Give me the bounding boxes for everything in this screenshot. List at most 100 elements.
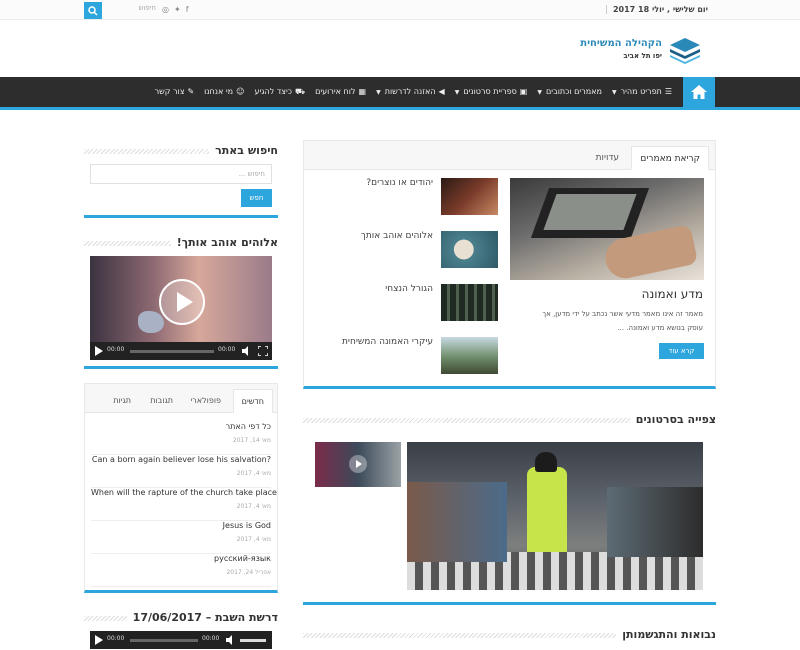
sermon-header: דרשת השבת – 17/06/2017 <box>84 611 278 625</box>
tab-testimonies[interactable]: עדויות <box>588 146 627 170</box>
featured-excerpt-line1: מאמר זה אינו מאמר מדעי אשר נכתב על ידי מ… <box>542 310 703 318</box>
featured-main-title[interactable]: מדע ואמונה <box>642 287 703 301</box>
twitter-icon[interactable]: ✦ <box>174 4 181 16</box>
nav-item-label: מאמרים וכתובים <box>545 87 602 96</box>
search-button[interactable] <box>84 2 102 19</box>
featured-articles-box: קריאת מאמרים עדויות מדע ואמונה מאמר זה א… <box>303 140 716 389</box>
nav-item-2[interactable]: ▣ספריית סרטונים▼ <box>450 77 533 107</box>
nav-menu: ☰תפריט מהיר▼ מאמרים וכתובים▼ ▣ספריית סרטונ… <box>150 77 677 107</box>
nav-item-1[interactable]: מאמרים וכתובים▼ <box>532 77 607 107</box>
nav-item-0[interactable]: ☰תפריט מהיר▼ <box>607 77 677 107</box>
list-title-4[interactable]: עיקרי האמונה המשיחית <box>342 337 433 347</box>
site-search-box: חיפוש ... חפש <box>84 158 278 218</box>
video-time-current: 00:00 <box>107 346 125 353</box>
site-search-input[interactable]: חיפוש ... <box>90 164 272 184</box>
list-title-3[interactable]: הגורל הנצחי <box>385 284 433 294</box>
play-icon[interactable] <box>94 635 103 645</box>
current-date: יום שלישי , יולי 18 2017 <box>605 5 708 14</box>
sidebar-video-box: 00:00 00:00 <box>84 250 278 369</box>
videos-box <box>303 430 716 605</box>
list-thumb-3[interactable] <box>441 284 498 321</box>
read-more-button[interactable]: קרא עוד <box>659 343 704 359</box>
video-main-image[interactable] <box>407 442 703 590</box>
nav-item-3[interactable]: ◀האזנה לדרשות▼ <box>371 77 450 107</box>
nav-item-6[interactable]: ☺מי אנחנו <box>199 77 249 107</box>
nav-item-label: האזנה לדרשות <box>384 87 436 96</box>
nav-item-label: לוח אירועים <box>315 87 356 96</box>
audio-progress-bar[interactable] <box>130 639 198 642</box>
social-links: ◎ ✦ f <box>162 4 189 16</box>
prophecy-section-header: נבואות והתגשמותן <box>303 628 716 642</box>
recent-post-date: מאי 14, 2017 <box>232 437 271 444</box>
nav-item-7[interactable]: ✎צור קשר <box>150 77 200 107</box>
featured-excerpt-line2: עוסק בנושא מדע ואמונה. ... <box>617 324 703 332</box>
recent-post-title[interactable]: When will the rapture of the church take… <box>91 488 277 497</box>
nav-item-label: כיצד להגיע <box>254 87 292 96</box>
featured-image[interactable] <box>510 178 704 280</box>
sermon-audio-player: 00:00 00:00 <box>90 631 272 649</box>
site-search-title: חיפוש באתר <box>209 144 278 157</box>
nav-icon: ☰ <box>664 87 672 96</box>
facebook-icon[interactable]: f <box>186 4 189 16</box>
play-icon <box>349 455 367 473</box>
recent-post-date: מאי 4, 2017 <box>236 503 271 510</box>
recent-post-title[interactable]: Jesus is God <box>91 521 271 530</box>
list-thumb-2[interactable] <box>441 231 498 268</box>
play-icon[interactable] <box>94 346 103 356</box>
nav-icon: ▣ <box>519 87 528 96</box>
recent-post-title[interactable]: Can a born again believer lose his salva… <box>91 455 271 464</box>
home-icon <box>691 85 707 99</box>
sidebar-tabs: חדשים פופולארי תגובות תגיות <box>85 384 277 413</box>
list-title-2[interactable]: אלוהים אוהב אותך <box>361 231 433 241</box>
top-bar: יום שלישי , יולי 18 2017 חיפוש ◎ ✦ f <box>0 0 800 20</box>
recent-post-item[interactable]: русский-язык אפריל 24, 2017 <box>91 554 271 587</box>
list-title-1[interactable]: יהודים או נוצרים? <box>366 178 433 188</box>
recent-post-title[interactable]: русский-язык <box>91 554 271 563</box>
search-icon <box>88 5 98 16</box>
nav-icon: ✎ <box>187 87 195 96</box>
recent-post-item[interactable]: כל דפי האתר מאי 14, 2017 <box>91 422 271 455</box>
tab-comments[interactable]: תגובות <box>142 389 181 413</box>
tab-tags[interactable]: תגיות <box>105 389 139 413</box>
volume-icon[interactable] <box>242 346 252 356</box>
recent-post-item[interactable]: When will the rapture of the church take… <box>91 488 277 521</box>
chevron-down-icon: ▼ <box>611 89 617 96</box>
tab-new[interactable]: חדשים <box>232 389 273 413</box>
god-loves-you-title: אלוהים אוהב אותך! <box>170 236 278 249</box>
video-time-total: 00:00 <box>218 346 236 353</box>
nav-icon: ▦ <box>358 87 367 96</box>
tab-read-articles[interactable]: קריאת מאמרים <box>631 146 709 170</box>
top-search-input[interactable]: חיפוש <box>106 4 156 16</box>
videos-section-header: צפייה בסרטונים <box>303 413 716 427</box>
instagram-icon[interactable]: ◎ <box>162 4 169 16</box>
god-loves-you-header: אלוהים אוהב אותך! <box>84 236 278 250</box>
video-thumb-small[interactable] <box>315 442 401 487</box>
audio-time-current: 00:00 <box>107 635 125 642</box>
recent-post-item[interactable]: Can a born again believer lose his salva… <box>91 455 271 488</box>
chevron-down-icon: ▼ <box>537 89 542 96</box>
site-search-header: חיפוש באתר <box>84 144 278 158</box>
prophecy-section-title: נבואות והתגשמותן <box>616 628 716 641</box>
nav-item-label: תפריט מהיר <box>620 87 662 96</box>
recent-post-title[interactable]: כל דפי האתר <box>91 422 271 431</box>
video-progress-bar[interactable] <box>130 350 214 353</box>
site-logo[interactable]: הקהילה המשיחית יפו תל אביב <box>580 36 710 66</box>
nav-item-label: צור קשר <box>154 87 185 96</box>
nav-item-label: מי אנחנו <box>204 87 234 96</box>
chevron-down-icon: ▼ <box>376 89 381 96</box>
logo-title: הקהילה המשיחית <box>580 38 662 49</box>
sidebar-video-frame[interactable] <box>90 256 272 342</box>
fullscreen-icon[interactable] <box>258 346 268 356</box>
audio-volume-slider[interactable] <box>240 639 266 642</box>
audio-time-total: 00:00 <box>202 635 220 642</box>
nav-item-5[interactable]: ⛟כיצד להגיע <box>249 77 310 107</box>
list-thumb-4[interactable] <box>441 337 498 374</box>
nav-item-4[interactable]: ▦לוח אירועים <box>310 77 371 107</box>
volume-icon[interactable] <box>226 635 236 645</box>
site-search-button[interactable]: חפש <box>241 189 272 207</box>
home-button[interactable] <box>683 77 715 107</box>
recent-post-item[interactable]: Jesus is God מאי 4, 2017 <box>91 521 271 554</box>
list-thumb-1[interactable] <box>441 178 498 215</box>
tab-popular[interactable]: פופולארי <box>182 389 229 413</box>
recent-post-date: מאי 4, 2017 <box>236 470 271 477</box>
